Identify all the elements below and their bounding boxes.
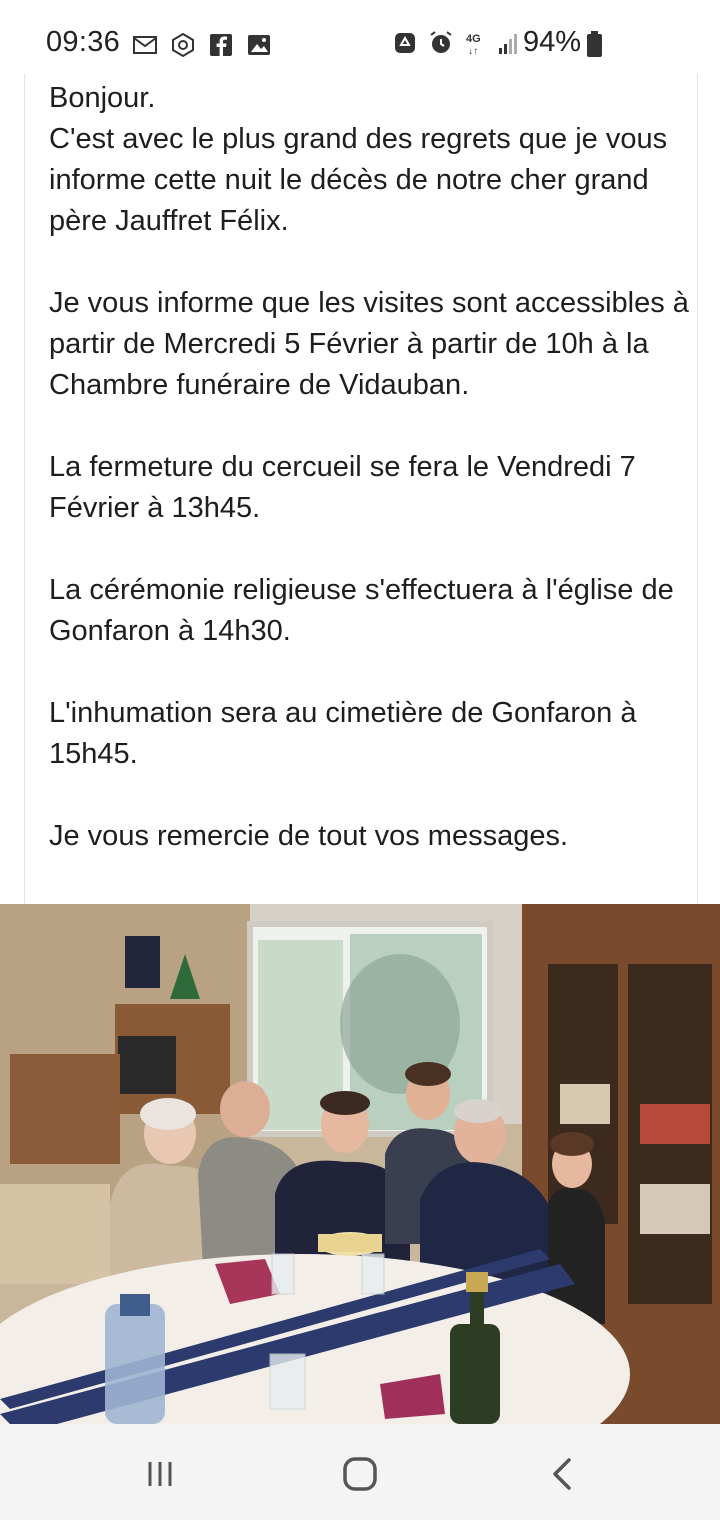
message-body: Bonjour. C'est avec le plus grand des re… (49, 78, 689, 857)
system-icons: 4G ↓↑ (392, 30, 518, 56)
signal-icon (499, 34, 517, 54)
mail-icon (133, 36, 157, 54)
message-paragraph-thanks: Je vous remercie de tout vos messages. (49, 820, 569, 852)
4g-icon: 4G↓↑ (466, 33, 481, 56)
home-button[interactable] (330, 1452, 390, 1496)
notification-icons (132, 32, 272, 58)
svg-text:↓↑: ↓↑ (468, 46, 478, 56)
message-paragraph-burial: L'inhumation sera au cimetière de Gonfar… (49, 697, 645, 770)
alarm-icon (430, 31, 452, 53)
status-time: 09:36 (46, 26, 121, 58)
message-paragraph-greeting: Bonjour. C'est avec le plus grand des re… (49, 82, 668, 237)
location-share-icon (172, 32, 194, 58)
svg-text:4G: 4G (466, 33, 481, 45)
back-button[interactable] (532, 1452, 592, 1496)
photo-illustration (0, 904, 720, 1424)
battery-icon (587, 31, 602, 57)
recent-apps-icon (148, 1462, 172, 1486)
status-bar: 09:36 4G ↓↑ 94% (0, 0, 720, 80)
recent-apps-button[interactable] (130, 1452, 190, 1496)
message-paragraph-visits: Je vous informe que les visites sont acc… (49, 287, 697, 401)
battery-percent: 94% (522, 26, 581, 58)
message-paragraph-coffin-closing: La fermeture du cercueil se fera le Vend… (49, 451, 644, 524)
family-gathering-photo[interactable] (0, 904, 720, 1424)
home-icon (343, 1457, 377, 1491)
back-icon (553, 1458, 571, 1490)
navigation-bar (0, 1424, 720, 1520)
facebook-icon (210, 34, 232, 56)
recycle-icon (395, 33, 415, 53)
message-card: Bonjour. C'est avec le plus grand des re… (24, 74, 698, 904)
message-paragraph-ceremony: La cérémonie religieuse s'effectuera à l… (49, 574, 682, 647)
gallery-icon (248, 35, 270, 55)
